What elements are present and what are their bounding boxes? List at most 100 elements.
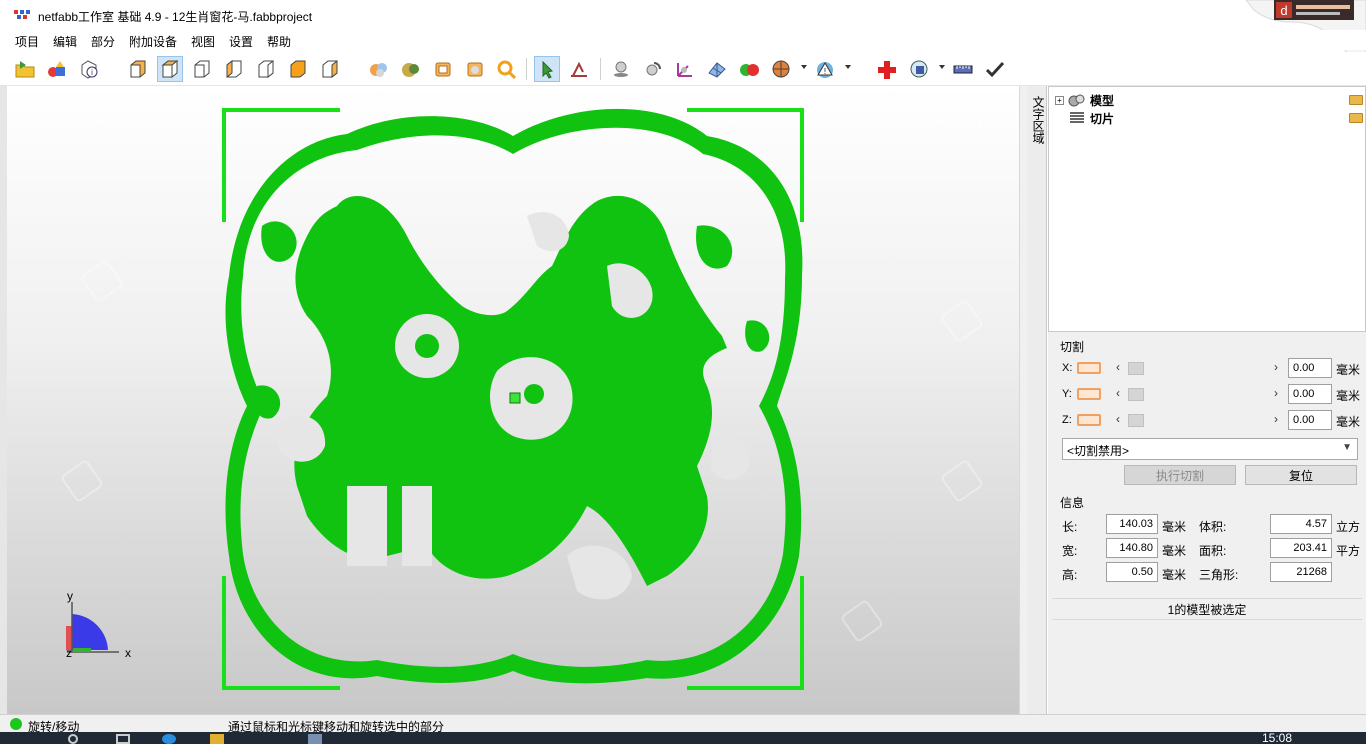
file-explorer-icon[interactable] [210, 734, 224, 744]
svg-text:d: d [1280, 3, 1287, 18]
axis-z-label: z [66, 646, 72, 660]
3d-viewport[interactable]: y x z [7, 86, 1019, 714]
menu-edit[interactable]: 编辑 [51, 33, 79, 50]
measure-icon[interactable] [566, 56, 592, 82]
expand-icon[interactable]: + [1055, 95, 1064, 105]
view-right-icon[interactable] [253, 56, 279, 82]
warning-icon[interactable]: ! [812, 56, 838, 82]
zoom-icon[interactable] [494, 56, 520, 82]
menu-help[interactable]: 帮助 [265, 33, 293, 50]
cut-y-slider[interactable]: ‹ › [1114, 386, 1280, 402]
panel-splitter[interactable] [1019, 86, 1027, 714]
area-value: 203.41 [1270, 538, 1332, 558]
triangles-label: 三角形: [1199, 568, 1239, 582]
execute-cut-button[interactable]: 执行切割 [1124, 465, 1236, 485]
open-project-icon[interactable] [12, 56, 38, 82]
mesh-icon[interactable] [704, 56, 730, 82]
menu-view[interactable]: 视图 [189, 33, 217, 50]
menu-project[interactable]: 项目 [13, 33, 41, 50]
selection-status: 1的模型被选定 [1052, 598, 1362, 620]
rotate-icon[interactable] [640, 56, 666, 82]
axis-x-label: x [125, 646, 131, 660]
folder-icon[interactable] [1349, 95, 1363, 105]
transparent-icon[interactable] [462, 56, 488, 82]
svg-text:i: i [91, 68, 93, 77]
view-perspective-icon[interactable] [317, 56, 343, 82]
menu-extras[interactable]: 附加设备 [127, 33, 179, 50]
triangles-value: 21268 [1270, 562, 1332, 582]
cut-y-label: Y: [1062, 388, 1072, 400]
select-cursor-icon[interactable] [534, 56, 560, 82]
warning-dropdown-caret[interactable] [845, 65, 851, 69]
title-bar: netfabb工作室 基础 4.9 - 12生肖窗花-马.fabbproject… [0, 0, 1366, 90]
scale-icon[interactable] [672, 56, 698, 82]
window-title: netfabb工作室 基础 4.9 - 12生肖窗花-马.fabbproject [38, 10, 313, 24]
chevron-down-icon: ▼ [1342, 442, 1352, 453]
cut-y-color[interactable] [1077, 388, 1101, 400]
toolbar-separator [526, 58, 527, 80]
check-icon[interactable] [982, 56, 1008, 82]
view-bottom-icon[interactable] [285, 56, 311, 82]
horse-papercut-model[interactable] [225, 108, 803, 684]
sphere-dropdown-caret[interactable] [801, 65, 807, 69]
menu-part[interactable]: 部分 [89, 33, 117, 50]
volume-label: 体积: [1199, 520, 1227, 534]
analysis-icon[interactable] [906, 56, 932, 82]
cut-y-input[interactable]: 0.00 [1288, 384, 1332, 404]
slider-thumb[interactable] [1128, 414, 1144, 427]
slider-thumb[interactable] [1128, 388, 1144, 401]
length-label: 长: [1062, 520, 1078, 534]
cut-x-unit: 毫米 [1336, 363, 1361, 377]
cut-x-slider[interactable]: ‹ › [1114, 360, 1280, 376]
reset-button[interactable]: 复位 [1245, 465, 1357, 485]
properties-panel: 切割 X: ‹ › 0.00 毫米 Y: ‹ › 0.00 毫米 Z: ‹ › … [1048, 332, 1366, 714]
cut-mode-value: <切割禁用> [1067, 444, 1130, 458]
cut-mode-select[interactable]: <切割禁用> ▼ [1062, 438, 1358, 460]
search-icon[interactable] [68, 734, 78, 744]
area-unit: 平方 [1336, 544, 1361, 558]
area-label: 面积: [1199, 544, 1227, 558]
ruler-icon[interactable] [950, 56, 976, 82]
width-label: 宽: [1062, 544, 1078, 558]
side-tab-label: 文字区域 [1031, 96, 1045, 144]
height-value: 0.50 [1106, 562, 1158, 582]
wireframe-icon[interactable] [430, 56, 456, 82]
view-left-icon[interactable] [221, 56, 247, 82]
sphere-icon[interactable] [768, 56, 794, 82]
width-value: 140.80 [1106, 538, 1158, 558]
height-label: 高: [1062, 568, 1078, 582]
cut-x-label: X: [1062, 362, 1073, 374]
cut-z-color[interactable] [1077, 414, 1101, 426]
repair-cross-icon[interactable] [874, 56, 900, 82]
view-back-icon[interactable] [189, 56, 215, 82]
cut-x-color[interactable] [1077, 362, 1101, 374]
task-view-icon[interactable] [116, 734, 130, 744]
cut-x-input[interactable]: 0.00 [1288, 358, 1332, 378]
shade-icon[interactable] [366, 56, 392, 82]
browser-icon[interactable] [162, 734, 176, 744]
project-tree: + 模型 切片 [1048, 86, 1366, 332]
toolbar-separator [600, 58, 601, 80]
netfabb-taskbar-icon[interactable] [308, 734, 322, 744]
menu-settings[interactable]: 设置 [227, 33, 255, 50]
tree-item-models[interactable]: + 模型 [1055, 91, 1114, 109]
models-icon [1068, 94, 1085, 107]
tree-item-label: 模型 [1090, 93, 1115, 108]
cut-z-input[interactable]: 0.00 [1288, 410, 1332, 430]
add-part-icon[interactable] [44, 56, 70, 82]
side-tab[interactable]: 文字区域 [1027, 86, 1047, 714]
shade-texture-icon[interactable] [398, 56, 424, 82]
menu-bar: 项目 编辑 部分 附加设备 视图 设置 帮助 [0, 30, 1366, 50]
part-info-icon[interactable]: i [76, 56, 102, 82]
cut-z-slider[interactable]: ‹ › [1114, 412, 1280, 428]
tree-item-slices[interactable]: 切片 [1055, 109, 1114, 127]
color-icon[interactable] [736, 56, 762, 82]
folder-icon[interactable] [1349, 113, 1363, 123]
slider-thumb[interactable] [1128, 362, 1144, 375]
view-top-icon[interactable] [157, 56, 183, 82]
height-unit: 毫米 [1162, 568, 1187, 582]
view-front-icon[interactable] [125, 56, 151, 82]
analysis-dropdown-caret[interactable] [939, 65, 945, 69]
move-icon[interactable] [608, 56, 634, 82]
svg-text:!: ! [824, 67, 826, 76]
